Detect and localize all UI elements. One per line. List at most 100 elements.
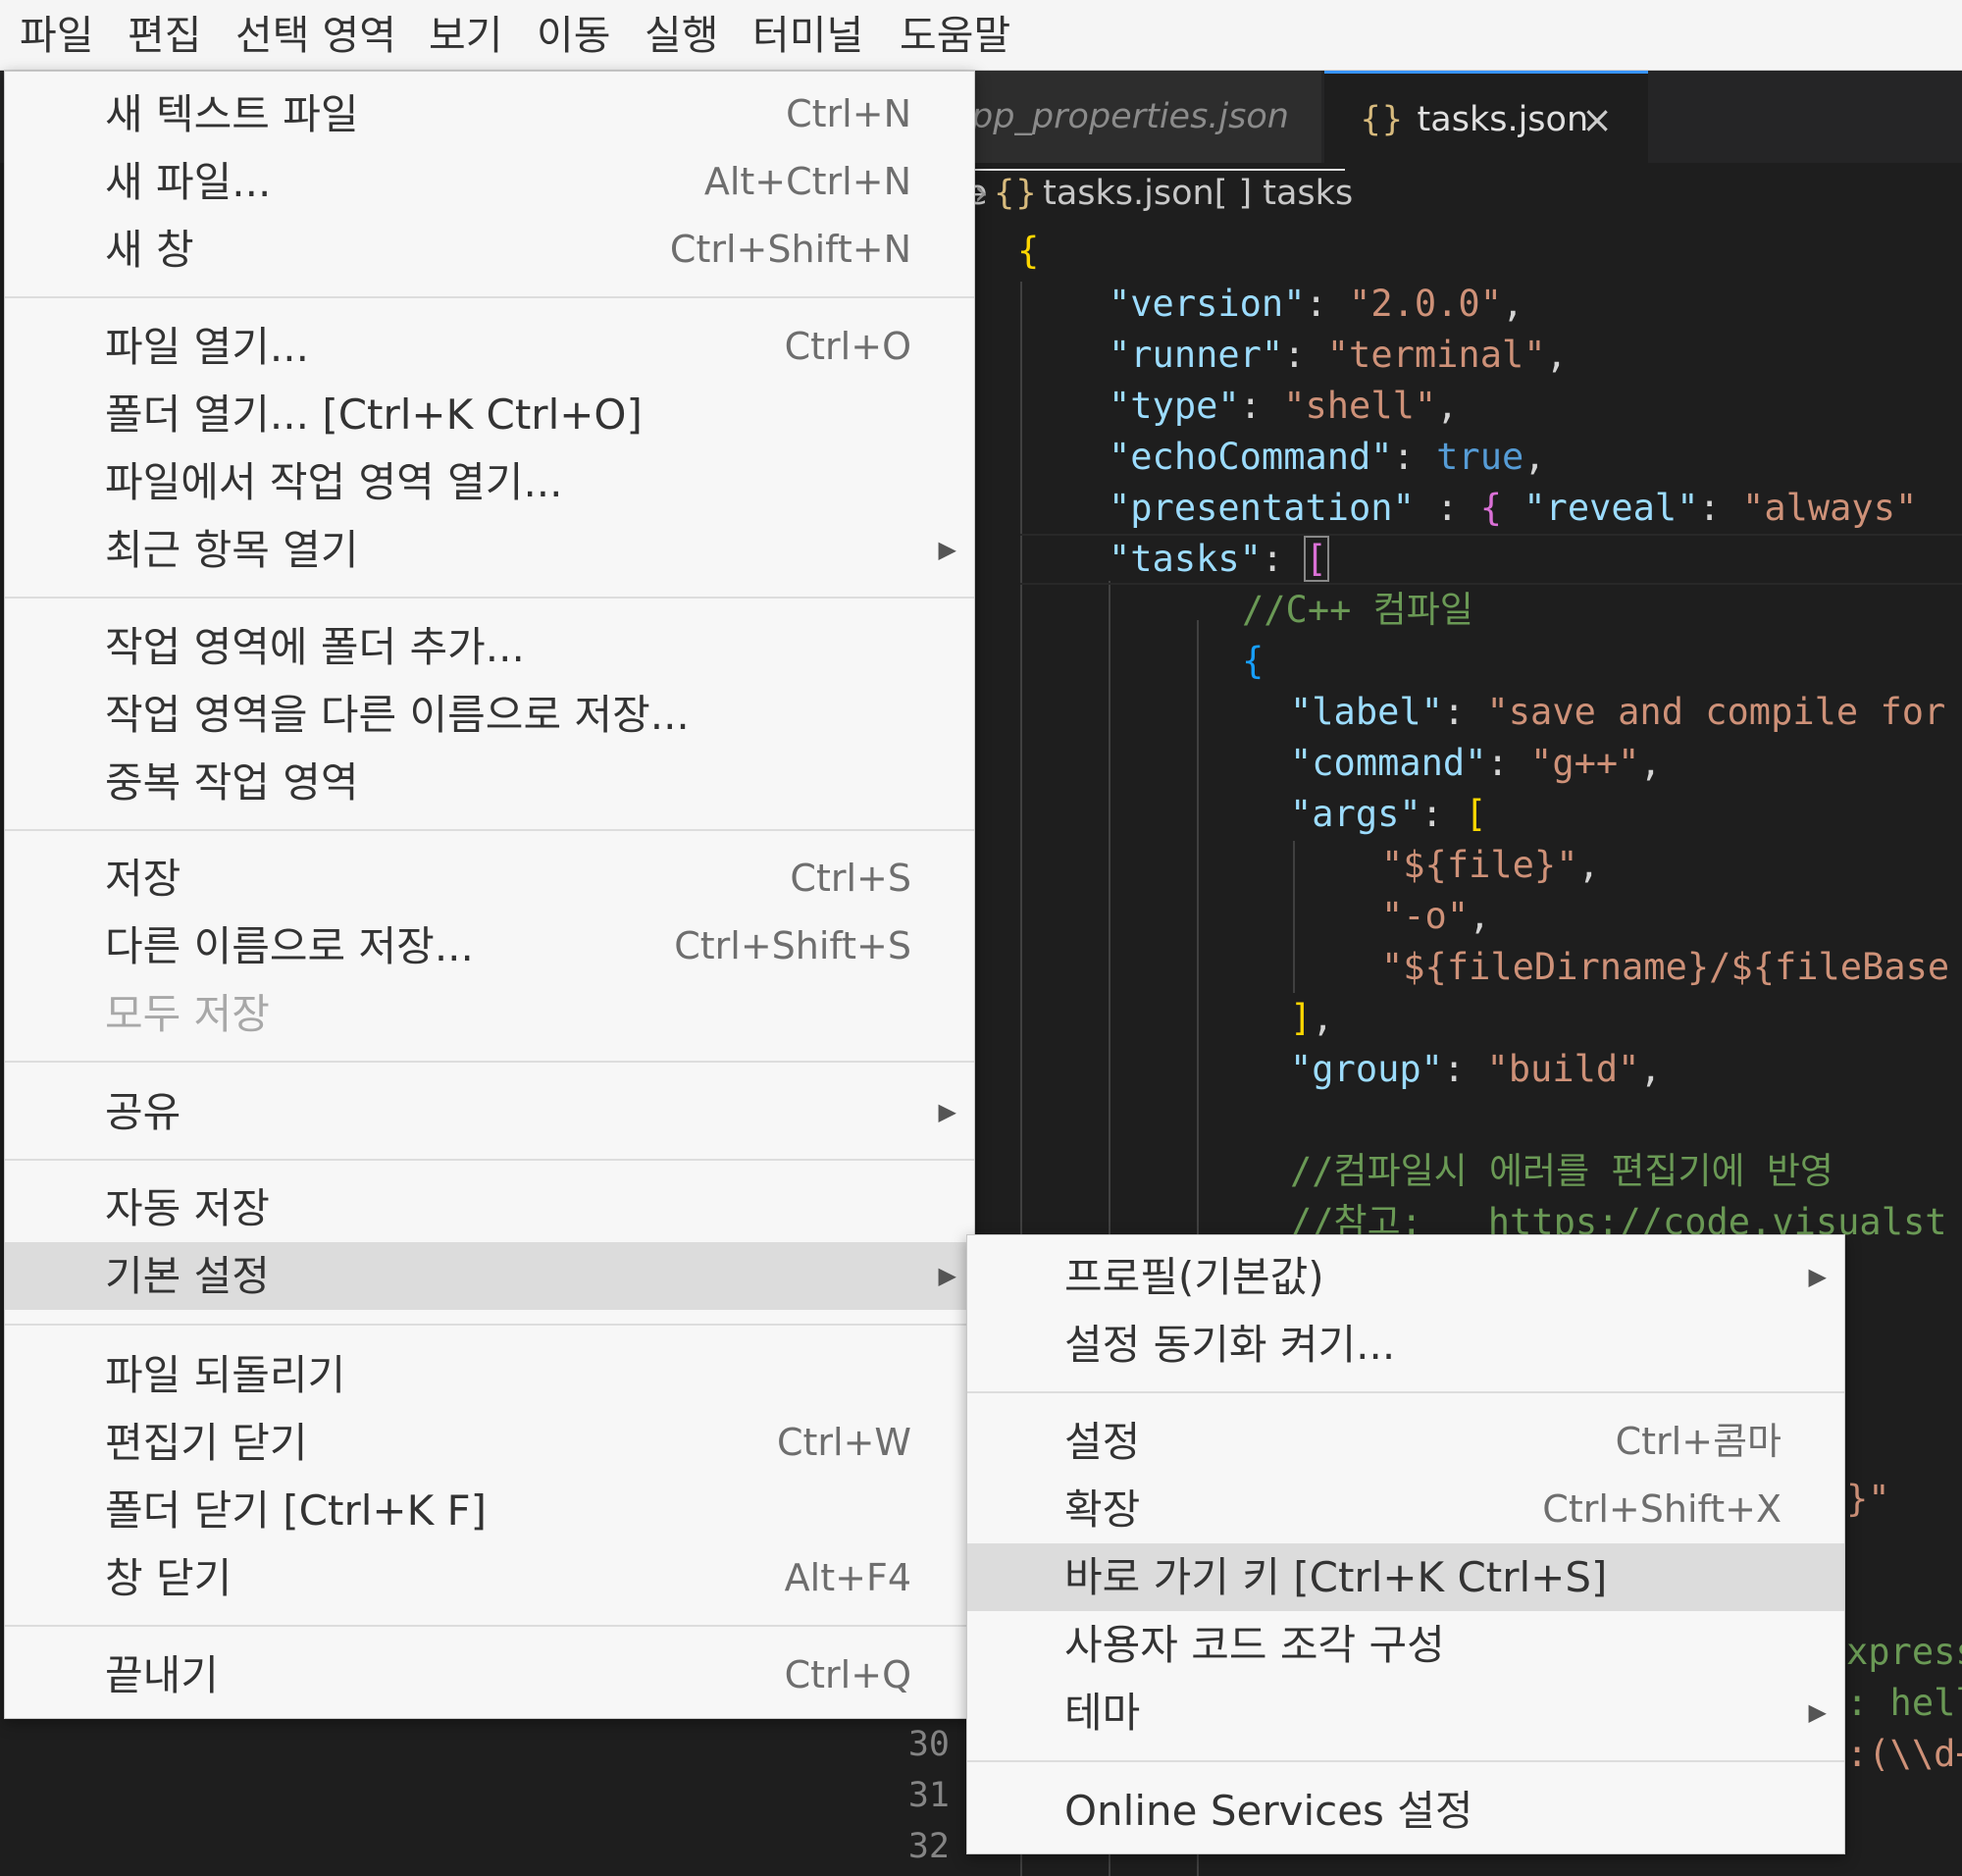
code-fragment: }" <box>1846 1478 1890 1520</box>
line-number: 32 <box>907 1827 950 1866</box>
menubar-run[interactable]: 실행 <box>645 6 718 65</box>
menu-item-label: 폴더 열기... [Ctrl+K Ctrl+O] <box>105 391 643 439</box>
code-line: "command": "g++", <box>1290 742 1662 784</box>
menu-item-preferences[interactable]: 기본 설정 ▶ <box>5 1242 974 1310</box>
code-line: "${file}", <box>1381 844 1600 886</box>
tab-label: tasks.json <box>1417 100 1589 139</box>
close-icon[interactable]: × <box>1581 74 1613 166</box>
menu-item-label: 새 파일... <box>105 158 272 206</box>
menubar-go[interactable]: 이동 <box>537 6 610 65</box>
menu-separator <box>5 1625 974 1627</box>
menu-item-online-services[interactable]: Online Services 설정 <box>967 1777 1844 1845</box>
menu-item-label: 저장 <box>105 855 181 903</box>
menu-item-open-file[interactable]: 파일 열기... Ctrl+O <box>5 313 974 381</box>
menu-item-shortcut: Ctrl+O <box>784 325 911 368</box>
code-line: "args": [ <box>1290 793 1487 835</box>
menu-item-save-as[interactable]: 다른 이름으로 저장... Ctrl+Shift+S <box>5 912 974 980</box>
code-line: { <box>1242 640 1265 682</box>
code-line: "echoCommand": true, <box>1109 436 1546 478</box>
menu-item-settings[interactable]: 설정 Ctrl+콤마 <box>967 1408 1844 1476</box>
code-line: "version": "2.0.0", <box>1109 283 1524 325</box>
menu-item-label: 파일 되돌리기 <box>105 1351 346 1399</box>
menu-item-shortcut: Alt+F4 <box>784 1556 911 1599</box>
menu-item-add-folder[interactable]: 작업 영역에 폴더 추가... <box>5 613 974 681</box>
json-file-icon: {} <box>993 174 1038 213</box>
menu-item-label: 테마 <box>1064 1689 1141 1737</box>
menu-item-exit[interactable]: 끝내기 Ctrl+Q <box>5 1642 974 1709</box>
menubar-edit[interactable]: 편집 <box>128 6 201 65</box>
menu-item-save[interactable]: 저장 Ctrl+S <box>5 845 974 912</box>
breadcrumb-node[interactable]: tasks <box>1263 174 1353 213</box>
menu-item-shortcut: Ctrl+Shift+N <box>669 228 911 271</box>
menu-item-profile[interactable]: 프로필(기본값) ▶ <box>967 1243 1844 1311</box>
menu-item-settings-sync[interactable]: 설정 동기화 켜기... <box>967 1311 1844 1379</box>
preferences-submenu: 프로필(기본값) ▶ 설정 동기화 켜기... 설정 Ctrl+콤마 확장 Ct… <box>966 1234 1845 1854</box>
code-line: ], <box>1290 997 1334 1039</box>
menu-item-open-workspace[interactable]: 파일에서 작업 영역 열기... <box>5 448 974 516</box>
menu-item-close-editor[interactable]: 편집기 닫기 Ctrl+W <box>5 1409 974 1477</box>
menu-item-label: 설정 동기화 켜기... <box>1064 1321 1396 1369</box>
code-line: { <box>1017 230 1040 272</box>
menubar-help[interactable]: 도움말 <box>900 6 1010 65</box>
menu-item-label: 파일에서 작업 영역 열기... <box>105 458 563 506</box>
code-fragment: : hell <box>1846 1682 1962 1724</box>
menu-item-keyboard-shortcuts[interactable]: 바로 가기 키 [Ctrl+K Ctrl+S] <box>967 1543 1844 1611</box>
submenu-arrow-icon: ▶ <box>938 536 956 563</box>
menu-item-shortcut: Ctrl+Shift+S <box>674 924 911 967</box>
json-file-icon: {} <box>1360 100 1404 139</box>
submenu-arrow-icon: ▶ <box>1808 1698 1827 1726</box>
menu-item-close-folder[interactable]: 폴더 닫기 [Ctrl+K F] <box>5 1477 974 1544</box>
menu-item-label: 공유 <box>105 1088 181 1136</box>
menu-item-open-recent[interactable]: 최근 항목 열기 ▶ <box>5 516 974 584</box>
menu-item-user-snippets[interactable]: 사용자 코드 조각 구성 <box>967 1611 1844 1679</box>
menu-item-revert-file[interactable]: 파일 되돌리기 <box>5 1341 974 1409</box>
menu-item-label: 작업 영역에 폴더 추가... <box>105 623 525 671</box>
submenu-arrow-icon: ▶ <box>938 1098 956 1125</box>
menubar: 파일 편집 선택 영역 보기 이동 실행 터미널 도움말 <box>0 0 1962 71</box>
menu-item-label: 편집기 닫기 <box>105 1419 308 1467</box>
menu-item-shortcut: Alt+Ctrl+N <box>703 160 911 203</box>
menubar-terminal[interactable]: 터미널 <box>752 6 863 65</box>
menu-item-label: 새 창 <box>105 226 194 274</box>
menubar-file[interactable]: 파일 <box>20 6 93 65</box>
code-line: //컴파일시 에러를 편집기에 반영 <box>1290 1150 1833 1192</box>
menu-item-label: 사용자 코드 조각 구성 <box>1064 1621 1445 1669</box>
tab-tasks-json[interactable]: {} tasks.json × <box>1324 71 1648 163</box>
code-line: "presentation" : { "reveal": "always" <box>1109 487 1918 529</box>
menu-item-label: 폴더 닫기 [Ctrl+K F] <box>105 1486 488 1535</box>
menu-item-theme[interactable]: 테마 ▶ <box>967 1679 1844 1746</box>
array-icon: [ ] <box>1213 174 1253 213</box>
breadcrumb-file[interactable]: tasks.json <box>1043 174 1214 213</box>
file-menu: 새 텍스트 파일 Ctrl+N 새 파일... Alt+Ctrl+N 새 창 C… <box>4 71 975 1719</box>
menu-item-shortcut: Ctrl+콤마 <box>1615 1420 1781 1463</box>
menu-item-close-window[interactable]: 창 닫기 Alt+F4 <box>5 1544 974 1612</box>
menu-item-label: 자동 저장 <box>105 1184 270 1232</box>
menu-separator <box>5 1061 974 1063</box>
menu-separator <box>5 1159 974 1161</box>
menu-item-label: 중복 작업 영역 <box>105 758 359 807</box>
menu-item-auto-save[interactable]: 자동 저장 <box>5 1174 974 1242</box>
code-line: "${fileDirname}/${fileBase <box>1381 946 1950 988</box>
menu-item-label: 모두 저장 <box>105 990 270 1038</box>
menu-item-label: 끝내기 <box>105 1651 219 1699</box>
menu-item-new-window[interactable]: 새 창 Ctrl+Shift+N <box>5 216 974 284</box>
menu-item-open-folder[interactable]: 폴더 열기... [Ctrl+K Ctrl+O] <box>5 381 974 448</box>
menu-item-label: 작업 영역을 다른 이름으로 저장... <box>105 691 690 739</box>
menu-item-share[interactable]: 공유 ▶ <box>5 1078 974 1146</box>
menu-item-new-file[interactable]: 새 파일... Alt+Ctrl+N <box>5 148 974 216</box>
menu-item-duplicate-workspace[interactable]: 중복 작업 영역 <box>5 749 974 816</box>
menu-separator <box>967 1391 1844 1393</box>
menu-item-extensions[interactable]: 확장 Ctrl+Shift+X <box>967 1476 1844 1543</box>
code-line: "-o", <box>1381 895 1491 937</box>
code-line: "type": "shell", <box>1109 385 1459 427</box>
menu-item-save-all: 모두 저장 <box>5 980 974 1048</box>
menu-item-save-workspace-as[interactable]: 작업 영역을 다른 이름으로 저장... <box>5 681 974 749</box>
menu-item-new-text-file[interactable]: 새 텍스트 파일 Ctrl+N <box>5 80 974 148</box>
menubar-view[interactable]: 보기 <box>429 6 502 65</box>
breadcrumb: e ›{} tasks.json ›[ ] tasks <box>966 169 1353 218</box>
menu-item-label: 다른 이름으로 저장... <box>105 922 474 970</box>
menubar-selection[interactable]: 선택 영역 <box>235 6 396 65</box>
menu-item-label: 설정 <box>1064 1418 1141 1466</box>
menu-separator <box>5 296 974 298</box>
menu-item-shortcut: Ctrl+S <box>790 857 911 900</box>
